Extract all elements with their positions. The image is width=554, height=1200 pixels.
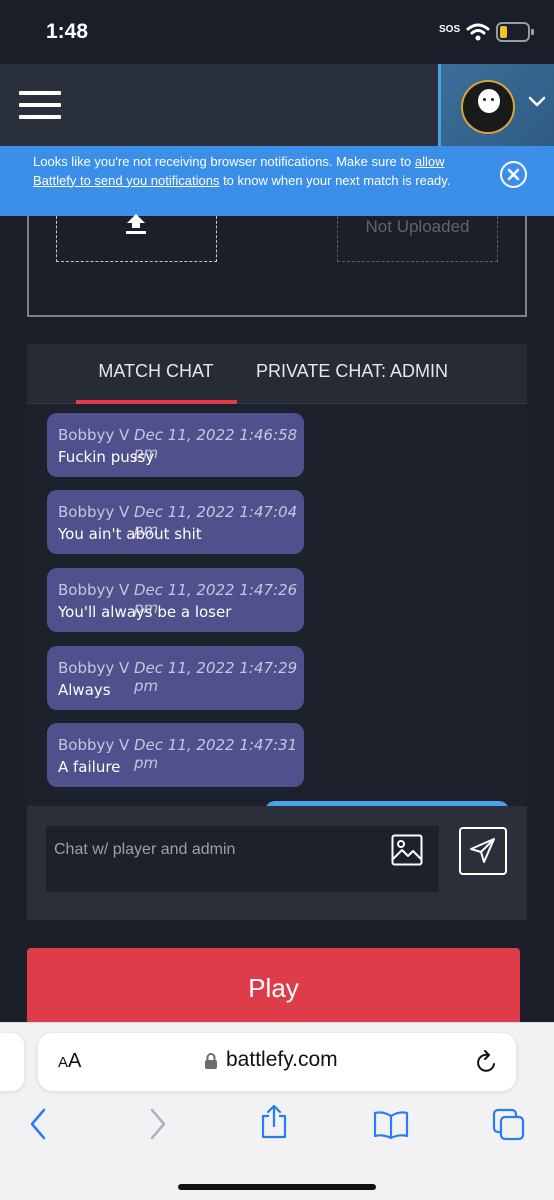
message-timestamp: Dec 11, 2022 1:47:29 pm bbox=[134, 659, 298, 695]
url-text[interactable]: battlefy.com bbox=[226, 1048, 338, 1072]
share-icon[interactable] bbox=[260, 1104, 288, 1140]
reader-options-button[interactable]: AA bbox=[58, 1050, 81, 1073]
user-avatar[interactable] bbox=[461, 80, 515, 134]
bookmarks-icon[interactable] bbox=[373, 1110, 409, 1140]
forward-icon[interactable] bbox=[148, 1106, 168, 1142]
notification-text: Looks like you're not receiving browser … bbox=[33, 154, 451, 188]
tab-match-chat[interactable]: MATCH CHAT bbox=[76, 361, 236, 382]
send-button[interactable] bbox=[459, 827, 507, 875]
back-icon[interactable] bbox=[28, 1106, 48, 1142]
status-sos: SOS bbox=[439, 24, 461, 35]
hamburger-menu-icon[interactable] bbox=[19, 91, 61, 119]
lock-icon bbox=[205, 1053, 217, 1069]
upload-status: Not Uploaded bbox=[365, 217, 470, 236]
upload-icon[interactable] bbox=[126, 213, 146, 235]
message-text: You'll always be a loser bbox=[58, 603, 232, 621]
chat-message: Bobbyy V Dec 11, 2022 1:47:26 pm You'll … bbox=[47, 568, 304, 632]
send-icon bbox=[470, 838, 495, 863]
chat-message: Bobbyy V Dec 11, 2022 1:47:31 pm A failu… bbox=[47, 723, 304, 787]
chevron-down-icon[interactable] bbox=[528, 96, 546, 108]
previous-tab-preview[interactable] bbox=[0, 1033, 24, 1091]
message-list[interactable]: Bobbyy V Dec 11, 2022 1:46:58 pm Fuckin … bbox=[27, 404, 527, 806]
message-author: Bobbyy V bbox=[58, 503, 130, 521]
message-author: Bobbyy V bbox=[58, 426, 130, 444]
message-author: Bobbyy V bbox=[58, 581, 130, 599]
message-text: A failure bbox=[58, 758, 121, 776]
message-text: You ain't about shit bbox=[58, 525, 202, 543]
close-circle-icon[interactable] bbox=[500, 161, 527, 188]
reload-icon[interactable] bbox=[476, 1050, 498, 1074]
message-author: Bobbyy V bbox=[58, 659, 130, 677]
message-text: Always bbox=[58, 681, 111, 699]
chat-input[interactable] bbox=[46, 826, 439, 892]
play-button[interactable]: Play bbox=[27, 948, 520, 1028]
status-time: 1:48 bbox=[46, 20, 89, 43]
message-timestamp: Dec 11, 2022 1:47:31 pm bbox=[134, 736, 298, 772]
chat-message: Bobbyy V Dec 11, 2022 1:46:58 pm Fuckin … bbox=[47, 413, 304, 477]
home-indicator bbox=[178, 1184, 376, 1190]
message-timestamp: Dec 11, 2022 1:46:58 pm bbox=[134, 426, 298, 462]
chat-message: Bobbyy V Dec 11, 2022 1:47:04 pm You ain… bbox=[47, 490, 304, 554]
message-author: Bobbyy V bbox=[58, 736, 130, 754]
chat-message: Bobbyy V Dec 11, 2022 1:47:29 pm Always bbox=[47, 646, 304, 710]
image-attach-icon[interactable] bbox=[391, 834, 423, 866]
battery-icon bbox=[496, 22, 534, 42]
tabs-icon[interactable] bbox=[492, 1108, 526, 1142]
wifi-icon bbox=[466, 23, 490, 41]
message-text: Fuckin pussy bbox=[58, 448, 155, 466]
tab-private-chat-admin[interactable]: PRIVATE CHAT: ADMIN bbox=[256, 361, 448, 382]
